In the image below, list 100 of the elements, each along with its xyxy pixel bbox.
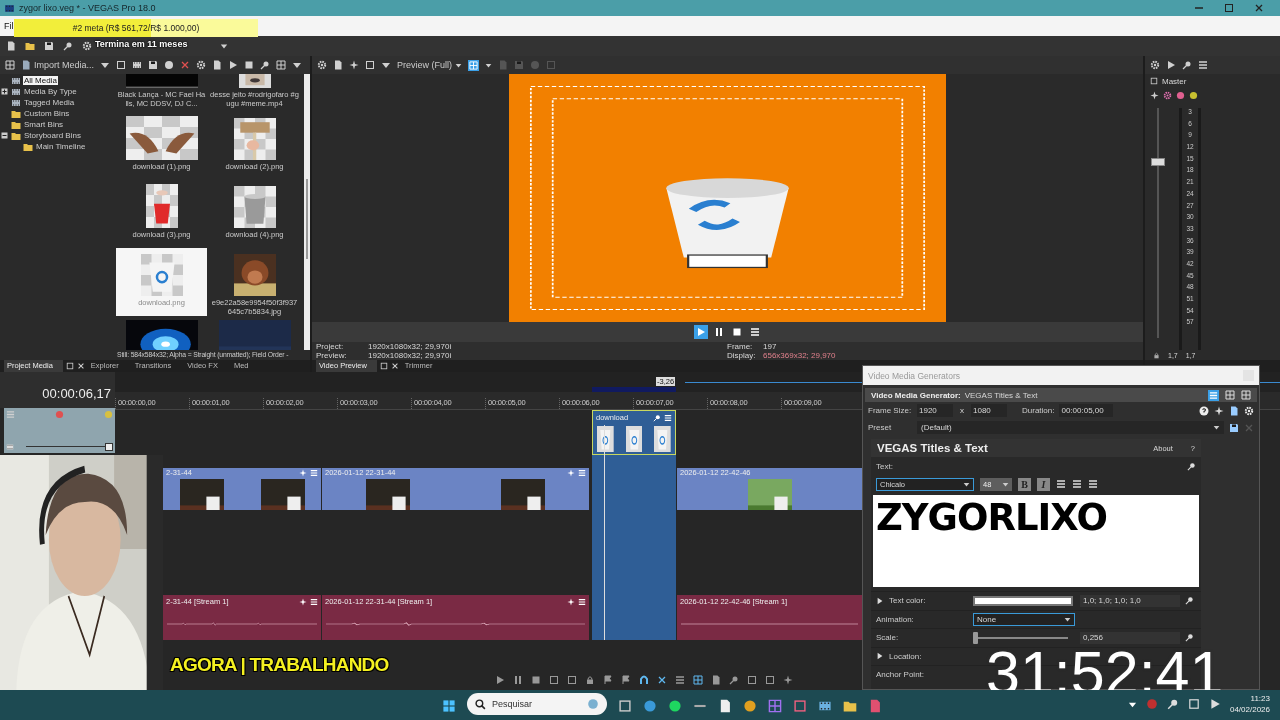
slider-thumb[interactable] xyxy=(973,631,978,644)
document-icon[interactable] xyxy=(212,60,223,70)
align-center-icon[interactable] xyxy=(1072,479,1082,489)
dropdown[interactable]: None xyxy=(973,612,1075,626)
caret-icon[interactable] xyxy=(220,42,228,50)
save-icon[interactable] xyxy=(148,60,159,70)
search-field[interactable]: Pesquisar xyxy=(467,693,607,715)
magnet-icon[interactable] xyxy=(639,674,649,685)
folder-icon[interactable] xyxy=(843,699,857,713)
play-icon[interactable] xyxy=(495,674,505,685)
duration-field[interactable]: 00:00:05,00 xyxy=(1059,404,1114,417)
close-icon[interactable] xyxy=(657,674,667,685)
sparkle-icon[interactable] xyxy=(783,674,793,685)
play-icon[interactable] xyxy=(228,60,239,70)
grid-icon[interactable] xyxy=(693,674,703,685)
pin-icon[interactable] xyxy=(260,60,271,70)
flag-icon[interactable] xyxy=(621,674,631,685)
square-icon[interactable] xyxy=(747,674,757,685)
menu-icon[interactable] xyxy=(675,674,685,685)
pin-icon[interactable] xyxy=(1182,60,1192,70)
value-field[interactable]: 0,256 xyxy=(1080,631,1180,644)
expand-icon[interactable] xyxy=(876,596,884,605)
keyframe-icon[interactable] xyxy=(1187,461,1196,471)
folder-icon[interactable] xyxy=(25,41,35,51)
close-icon[interactable] xyxy=(1254,3,1264,13)
slider-thumb[interactable] xyxy=(105,443,113,451)
sparkle-icon[interactable] xyxy=(1150,90,1159,100)
align-left-icon[interactable] xyxy=(1056,479,1066,489)
caret-icon[interactable] xyxy=(292,60,303,70)
caret-icon[interactable] xyxy=(100,60,111,70)
keyframe-icon[interactable] xyxy=(1185,596,1194,606)
tree-item[interactable]: Main Timeline xyxy=(35,142,87,151)
square-icon[interactable] xyxy=(765,674,775,685)
circle-icon[interactable] xyxy=(668,699,682,713)
caret-icon[interactable] xyxy=(485,61,492,69)
italic-button[interactable]: I xyxy=(1037,477,1050,491)
circle-icon[interactable] xyxy=(164,60,175,70)
scroll-bar[interactable] xyxy=(304,74,310,350)
value-field[interactable]: 1,0; 1,0; 1,0; 1,0 xyxy=(1080,594,1180,607)
circle-icon[interactable] xyxy=(1189,90,1198,100)
undock-icon[interactable] xyxy=(379,362,388,370)
play-button[interactable] xyxy=(693,325,708,339)
start-icon[interactable] xyxy=(442,699,456,713)
grid-icon[interactable] xyxy=(276,60,287,70)
stop-icon[interactable] xyxy=(531,674,541,685)
pin-icon[interactable] xyxy=(63,41,73,51)
collapse-icon[interactable] xyxy=(1,132,8,139)
import-media-button[interactable]: Import Media... xyxy=(21,60,95,70)
keyframe-icon[interactable] xyxy=(1185,633,1194,643)
pause-icon[interactable] xyxy=(513,674,523,685)
undock-icon[interactable] xyxy=(65,362,74,370)
bold-button[interactable]: B xyxy=(1018,477,1031,491)
tree-item[interactable]: Media By Type xyxy=(23,87,78,96)
lock-icon[interactable] xyxy=(585,674,595,685)
preview-quality-dropdown[interactable]: Preview (Full) xyxy=(397,60,462,70)
document-icon[interactable] xyxy=(711,674,721,685)
document-icon[interactable] xyxy=(718,699,732,713)
lock-icon[interactable] xyxy=(1153,351,1160,359)
tree-item[interactable]: Custom Bins xyxy=(23,109,71,118)
overlay-grid-icon[interactable] xyxy=(468,59,479,71)
tree-item[interactable]: All Media xyxy=(23,76,58,85)
film-icon[interactable] xyxy=(132,60,143,70)
fader-handle[interactable] xyxy=(1151,158,1165,166)
sparkle-icon[interactable] xyxy=(567,597,575,606)
gear-icon[interactable] xyxy=(82,41,92,51)
view-icon[interactable] xyxy=(1208,389,1219,401)
flag-icon[interactable] xyxy=(603,674,613,685)
pin-icon[interactable] xyxy=(729,674,739,685)
sparkle-icon[interactable] xyxy=(349,60,359,70)
stop-icon[interactable] xyxy=(244,60,255,70)
expand-icon[interactable] xyxy=(876,652,884,661)
microphone-icon[interactable] xyxy=(1166,698,1179,710)
align-right-icon[interactable] xyxy=(1088,479,1098,489)
menu-item[interactable]: Fil xyxy=(4,21,14,31)
gear-icon[interactable] xyxy=(196,60,207,70)
menu-icon[interactable] xyxy=(1198,60,1208,70)
pin-icon[interactable] xyxy=(653,413,661,422)
document-icon[interactable] xyxy=(1229,405,1239,416)
save-icon[interactable] xyxy=(44,41,54,51)
maximize-icon[interactable] xyxy=(1224,3,1234,13)
sparkle-icon[interactable] xyxy=(299,597,307,606)
sparkle-icon[interactable] xyxy=(1214,405,1224,416)
clock-date[interactable]: 04/02/2026 xyxy=(1229,704,1270,715)
square-icon[interactable] xyxy=(567,674,577,685)
tree-item[interactable]: Storyboard Bins xyxy=(23,131,82,140)
width-field[interactable]: 1920 xyxy=(917,404,953,417)
expand-icon[interactable] xyxy=(1,88,8,95)
preset-dropdown[interactable]: (Default) xyxy=(917,421,1224,434)
level-slider[interactable] xyxy=(26,443,113,451)
grid-icon[interactable] xyxy=(768,699,782,713)
save-icon[interactable] xyxy=(1229,422,1239,433)
color-swatch[interactable] xyxy=(973,595,1073,606)
tree-item[interactable]: Smart Bins xyxy=(23,120,65,129)
film-icon[interactable] xyxy=(818,699,832,713)
gear-icon[interactable] xyxy=(317,60,327,70)
grid-icon[interactable] xyxy=(5,60,15,70)
caret-icon[interactable] xyxy=(381,60,391,70)
circle-icon[interactable] xyxy=(1176,90,1185,100)
height-field[interactable]: 1080 xyxy=(971,404,1007,417)
gear-icon[interactable] xyxy=(1163,90,1172,100)
